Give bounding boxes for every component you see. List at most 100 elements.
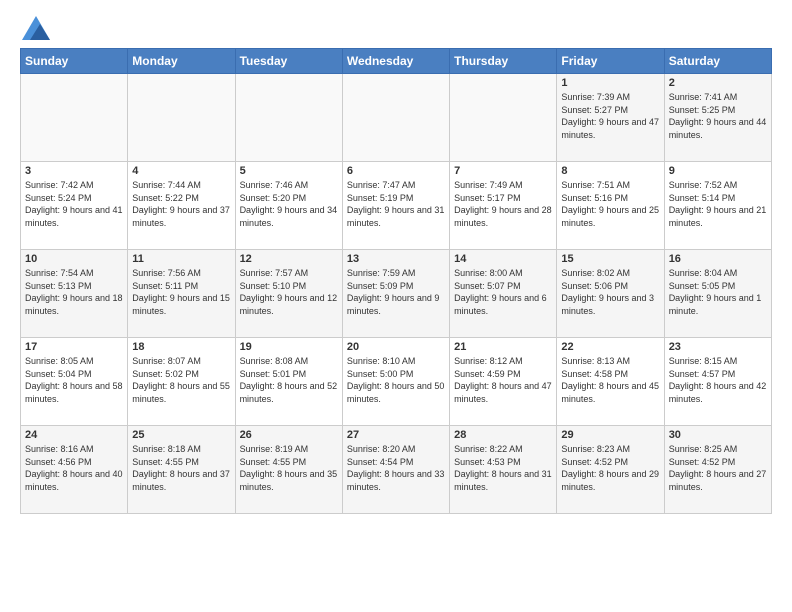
day-info: Sunrise: 8:00 AM Sunset: 5:07 PM Dayligh… — [454, 267, 552, 317]
day-info: Sunrise: 8:10 AM Sunset: 5:00 PM Dayligh… — [347, 355, 445, 405]
calendar-page: SundayMondayTuesdayWednesdayThursdayFrid… — [0, 0, 792, 612]
day-info: Sunrise: 8:12 AM Sunset: 4:59 PM Dayligh… — [454, 355, 552, 405]
day-info: Sunrise: 7:39 AM Sunset: 5:27 PM Dayligh… — [561, 91, 659, 141]
calendar-cell: 26 Sunrise: 8:19 AM Sunset: 4:55 PM Dayli… — [235, 426, 342, 514]
weekday-monday: Monday — [128, 49, 235, 74]
day-number: 23 — [669, 341, 767, 353]
weekday-tuesday: Tuesday — [235, 49, 342, 74]
calendar-header: SundayMondayTuesdayWednesdayThursdayFrid… — [21, 49, 772, 74]
calendar-cell: 25 Sunrise: 8:18 AM Sunset: 4:55 PM Dayli… — [128, 426, 235, 514]
day-number: 10 — [25, 253, 123, 265]
day-number: 6 — [347, 165, 445, 177]
day-info: Sunrise: 7:54 AM Sunset: 5:13 PM Dayligh… — [25, 267, 123, 317]
calendar-cell — [21, 74, 128, 162]
calendar-cell: 1 Sunrise: 7:39 AM Sunset: 5:27 PM Daylig… — [557, 74, 664, 162]
day-number: 9 — [669, 165, 767, 177]
weekday-thursday: Thursday — [450, 49, 557, 74]
calendar-cell: 9 Sunrise: 7:52 AM Sunset: 5:14 PM Daylig… — [664, 162, 771, 250]
day-info: Sunrise: 8:19 AM Sunset: 4:55 PM Dayligh… — [240, 443, 338, 493]
weekday-header-row: SundayMondayTuesdayWednesdayThursdayFrid… — [21, 49, 772, 74]
calendar-cell: 7 Sunrise: 7:49 AM Sunset: 5:17 PM Daylig… — [450, 162, 557, 250]
calendar-cell — [128, 74, 235, 162]
weekday-sunday: Sunday — [21, 49, 128, 74]
week-row-2: 3 Sunrise: 7:42 AM Sunset: 5:24 PM Daylig… — [21, 162, 772, 250]
week-row-1: 1 Sunrise: 7:39 AM Sunset: 5:27 PM Daylig… — [21, 74, 772, 162]
calendar-cell: 18 Sunrise: 8:07 AM Sunset: 5:02 PM Dayli… — [128, 338, 235, 426]
day-info: Sunrise: 7:41 AM Sunset: 5:25 PM Dayligh… — [669, 91, 767, 141]
day-info: Sunrise: 7:51 AM Sunset: 5:16 PM Dayligh… — [561, 179, 659, 229]
calendar-table: SundayMondayTuesdayWednesdayThursdayFrid… — [20, 48, 772, 514]
calendar-cell — [450, 74, 557, 162]
day-number: 5 — [240, 165, 338, 177]
day-info: Sunrise: 8:07 AM Sunset: 5:02 PM Dayligh… — [132, 355, 230, 405]
calendar-body: 1 Sunrise: 7:39 AM Sunset: 5:27 PM Daylig… — [21, 74, 772, 514]
day-number: 20 — [347, 341, 445, 353]
week-row-3: 10 Sunrise: 7:54 AM Sunset: 5:13 PM Dayli… — [21, 250, 772, 338]
calendar-cell: 28Sunrise: 8:22 AM Sunset: 4:53 PM Dayli… — [450, 426, 557, 514]
calendar-cell: 27 Sunrise: 8:20 AM Sunset: 4:54 PM Dayli… — [342, 426, 449, 514]
day-number: 7 — [454, 165, 552, 177]
day-number: 1 — [561, 77, 659, 89]
day-info: Sunrise: 7:56 AM Sunset: 5:11 PM Dayligh… — [132, 267, 230, 317]
calendar-cell: 6 Sunrise: 7:47 AM Sunset: 5:19 PM Daylig… — [342, 162, 449, 250]
page-header — [20, 16, 772, 40]
logo — [20, 16, 50, 40]
day-number: 30 — [669, 429, 767, 441]
day-number: 21 — [454, 341, 552, 353]
day-number: 22 — [561, 341, 659, 353]
week-row-4: 17 Sunrise: 8:05 AM Sunset: 5:04 PM Dayli… — [21, 338, 772, 426]
weekday-friday: Friday — [557, 49, 664, 74]
day-number: 18 — [132, 341, 230, 353]
day-info: Sunrise: 8:08 AM Sunset: 5:01 PM Dayligh… — [240, 355, 338, 405]
day-number: 4 — [132, 165, 230, 177]
calendar-cell: 14 Sunrise: 8:00 AM Sunset: 5:07 PM Dayli… — [450, 250, 557, 338]
calendar-cell: 5Sunrise: 7:46 AM Sunset: 5:20 PM Daylig… — [235, 162, 342, 250]
calendar-cell: 23Sunrise: 8:15 AM Sunset: 4:57 PM Dayli… — [664, 338, 771, 426]
day-number: 11 — [132, 253, 230, 265]
day-info: Sunrise: 7:42 AM Sunset: 5:24 PM Dayligh… — [25, 179, 123, 229]
day-info: Sunrise: 8:23 AM Sunset: 4:52 PM Dayligh… — [561, 443, 659, 493]
day-number: 25 — [132, 429, 230, 441]
day-number: 17 — [25, 341, 123, 353]
calendar-cell: 29 Sunrise: 8:23 AM Sunset: 4:52 PM Dayli… — [557, 426, 664, 514]
calendar-cell: 17 Sunrise: 8:05 AM Sunset: 5:04 PM Dayli… — [21, 338, 128, 426]
calendar-cell: 16Sunrise: 8:04 AM Sunset: 5:05 PM Dayli… — [664, 250, 771, 338]
day-info: Sunrise: 7:57 AM Sunset: 5:10 PM Dayligh… — [240, 267, 338, 317]
day-info: Sunrise: 7:47 AM Sunset: 5:19 PM Dayligh… — [347, 179, 445, 229]
day-info: Sunrise: 8:05 AM Sunset: 5:04 PM Dayligh… — [25, 355, 123, 405]
day-info: Sunrise: 8:20 AM Sunset: 4:54 PM Dayligh… — [347, 443, 445, 493]
day-number: 12 — [240, 253, 338, 265]
day-info: Sunrise: 8:18 AM Sunset: 4:55 PM Dayligh… — [132, 443, 230, 493]
day-number: 26 — [240, 429, 338, 441]
calendar-cell: 3 Sunrise: 7:42 AM Sunset: 5:24 PM Daylig… — [21, 162, 128, 250]
day-info: Sunrise: 8:25 AM Sunset: 4:52 PM Dayligh… — [669, 443, 767, 493]
calendar-cell: 22 Sunrise: 8:13 AM Sunset: 4:58 PM Dayli… — [557, 338, 664, 426]
calendar-cell: 20 Sunrise: 8:10 AM Sunset: 5:00 PM Dayli… — [342, 338, 449, 426]
week-row-5: 24Sunrise: 8:16 AM Sunset: 4:56 PM Dayli… — [21, 426, 772, 514]
day-info: Sunrise: 7:59 AM Sunset: 5:09 PM Dayligh… — [347, 267, 445, 317]
logo-icon — [22, 16, 50, 40]
day-info: Sunrise: 7:52 AM Sunset: 5:14 PM Dayligh… — [669, 179, 767, 229]
calendar-cell: 19Sunrise: 8:08 AM Sunset: 5:01 PM Dayli… — [235, 338, 342, 426]
day-info: Sunrise: 7:44 AM Sunset: 5:22 PM Dayligh… — [132, 179, 230, 229]
day-info: Sunrise: 8:13 AM Sunset: 4:58 PM Dayligh… — [561, 355, 659, 405]
calendar-cell — [235, 74, 342, 162]
calendar-cell: 12 Sunrise: 7:57 AM Sunset: 5:10 PM Dayli… — [235, 250, 342, 338]
day-info: Sunrise: 8:04 AM Sunset: 5:05 PM Dayligh… — [669, 267, 767, 317]
calendar-cell: 8Sunrise: 7:51 AM Sunset: 5:16 PM Daylig… — [557, 162, 664, 250]
day-number: 27 — [347, 429, 445, 441]
day-number: 3 — [25, 165, 123, 177]
day-number: 29 — [561, 429, 659, 441]
weekday-wednesday: Wednesday — [342, 49, 449, 74]
day-number: 2 — [669, 77, 767, 89]
day-info: Sunrise: 7:49 AM Sunset: 5:17 PM Dayligh… — [454, 179, 552, 229]
calendar-cell: 21 Sunrise: 8:12 AM Sunset: 4:59 PM Dayli… — [450, 338, 557, 426]
day-number: 13 — [347, 253, 445, 265]
day-number: 14 — [454, 253, 552, 265]
calendar-cell: 30 Sunrise: 8:25 AM Sunset: 4:52 PM Dayli… — [664, 426, 771, 514]
calendar-cell: 13 Sunrise: 7:59 AM Sunset: 5:09 PM Dayli… — [342, 250, 449, 338]
day-number: 28 — [454, 429, 552, 441]
calendar-cell: 2 Sunrise: 7:41 AM Sunset: 5:25 PM Daylig… — [664, 74, 771, 162]
calendar-cell: 11 Sunrise: 7:56 AM Sunset: 5:11 PM Dayli… — [128, 250, 235, 338]
calendar-cell: 4 Sunrise: 7:44 AM Sunset: 5:22 PM Daylig… — [128, 162, 235, 250]
